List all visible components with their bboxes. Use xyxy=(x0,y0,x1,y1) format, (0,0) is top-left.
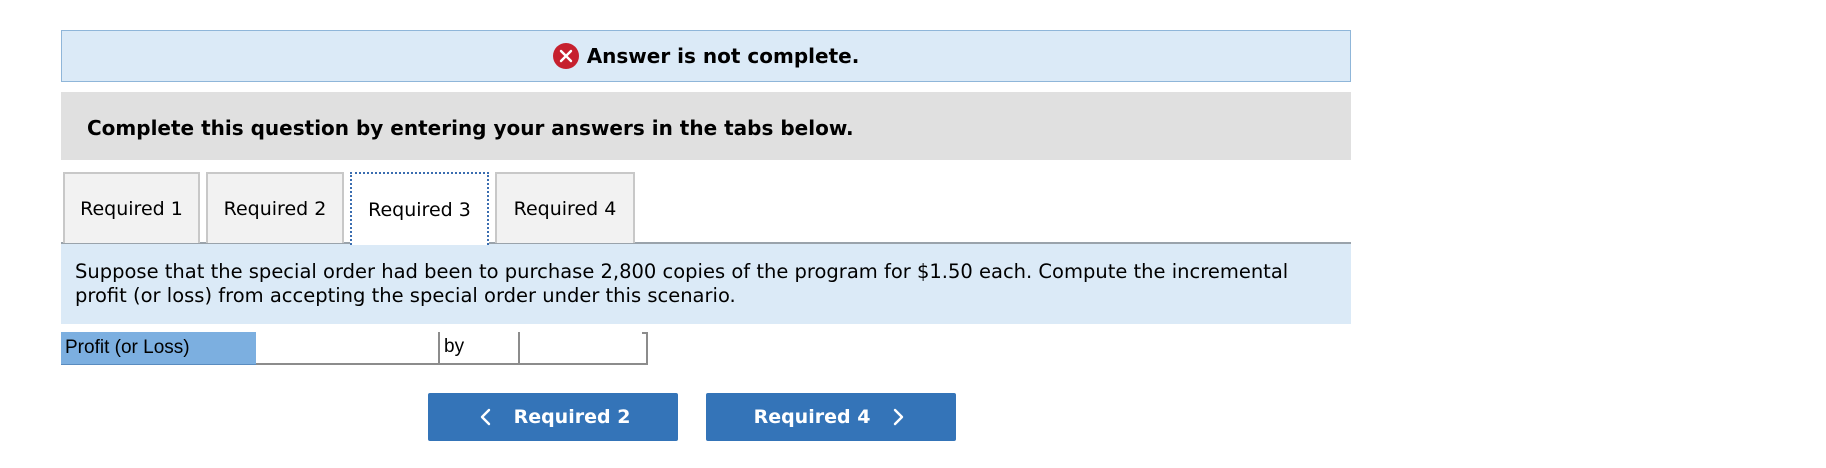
profit-loss-dropdown[interactable] xyxy=(518,332,648,365)
question-text-line-2: profit (or loss) from accepting the spec… xyxy=(75,284,736,307)
tab-required-4[interactable]: Required 4 xyxy=(495,172,635,243)
question-panel: Suppose that the special order had been … xyxy=(61,244,1351,324)
tab-required-2[interactable]: Required 2 xyxy=(206,172,344,243)
prev-required-2-button[interactable]: Required 2 xyxy=(428,393,678,441)
prev-button-label: Required 2 xyxy=(513,406,631,428)
banner-text: Answer is not complete. xyxy=(586,44,860,68)
profit-loss-amount-input[interactable] xyxy=(256,332,438,365)
profit-loss-label: Profit (or Loss) xyxy=(61,332,256,365)
question-container: Answer is not complete. Complete this qu… xyxy=(61,30,1351,366)
chevron-right-icon xyxy=(888,407,908,427)
answer-row: Profit (or Loss) by xyxy=(61,332,1351,366)
tab-label: Required 4 xyxy=(513,197,617,220)
tab-required-1[interactable]: Required 1 xyxy=(63,172,200,243)
tab-bar: Required 1 Required 2 Required 3 Require… xyxy=(61,172,1351,245)
tab-label: Required 3 xyxy=(368,198,471,221)
instructions-text: Complete this question by entering your … xyxy=(87,116,854,140)
tab-label: Required 1 xyxy=(80,197,183,220)
next-button-label: Required 4 xyxy=(753,406,871,428)
chevron-left-icon xyxy=(476,407,496,427)
tab-required-3[interactable]: Required 3 xyxy=(350,172,489,245)
next-required-4-button[interactable]: Required 4 xyxy=(706,393,956,441)
by-label: by xyxy=(438,332,518,365)
answer-status-banner: Answer is not complete. xyxy=(61,30,1351,82)
question-text-line-1: Suppose that the special order had been … xyxy=(75,260,1289,283)
instructions-panel: Complete this question by entering your … xyxy=(61,92,1351,160)
error-x-icon xyxy=(552,43,579,69)
tab-label: Required 2 xyxy=(223,197,327,220)
